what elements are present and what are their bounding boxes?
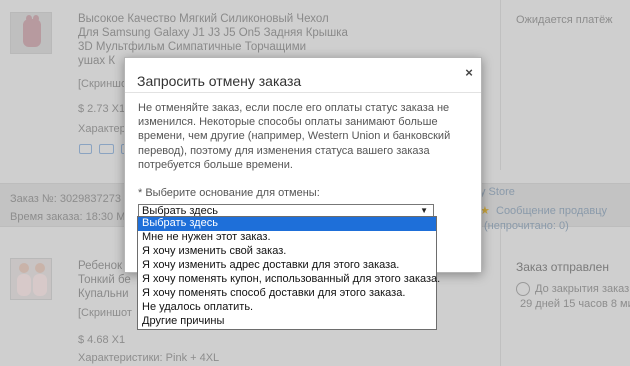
reason-option[interactable]: Я хочу поменять способ доставки для этог… xyxy=(138,287,436,301)
close-icon[interactable]: × xyxy=(463,66,475,80)
reason-option[interactable]: Я хочу изменить свой заказ. xyxy=(138,245,436,259)
reason-label: * Выберите основание для отмены: xyxy=(138,187,320,199)
reason-option[interactable]: Выбрать здесь xyxy=(138,217,436,231)
reason-option[interactable]: Я хочу изменить адрес доставки для этого… xyxy=(138,259,436,273)
dialog-message: Не отменяйте заказ, если после его оплат… xyxy=(138,102,451,171)
reason-option[interactable]: Мне не нужен этот заказ. xyxy=(138,231,436,245)
dialog-title: Запросить отмену заказа xyxy=(137,73,302,89)
reason-option[interactable]: Я хочу поменять купон, использованный дл… xyxy=(138,273,440,287)
dialog-divider xyxy=(125,92,481,93)
reason-option[interactable]: Другие причины xyxy=(138,315,436,329)
reason-option[interactable]: Не удалось оплатить. xyxy=(138,301,436,315)
reason-dropdown-list: Выбрать здесь Мне не нужен этот заказ. Я… xyxy=(137,216,440,330)
